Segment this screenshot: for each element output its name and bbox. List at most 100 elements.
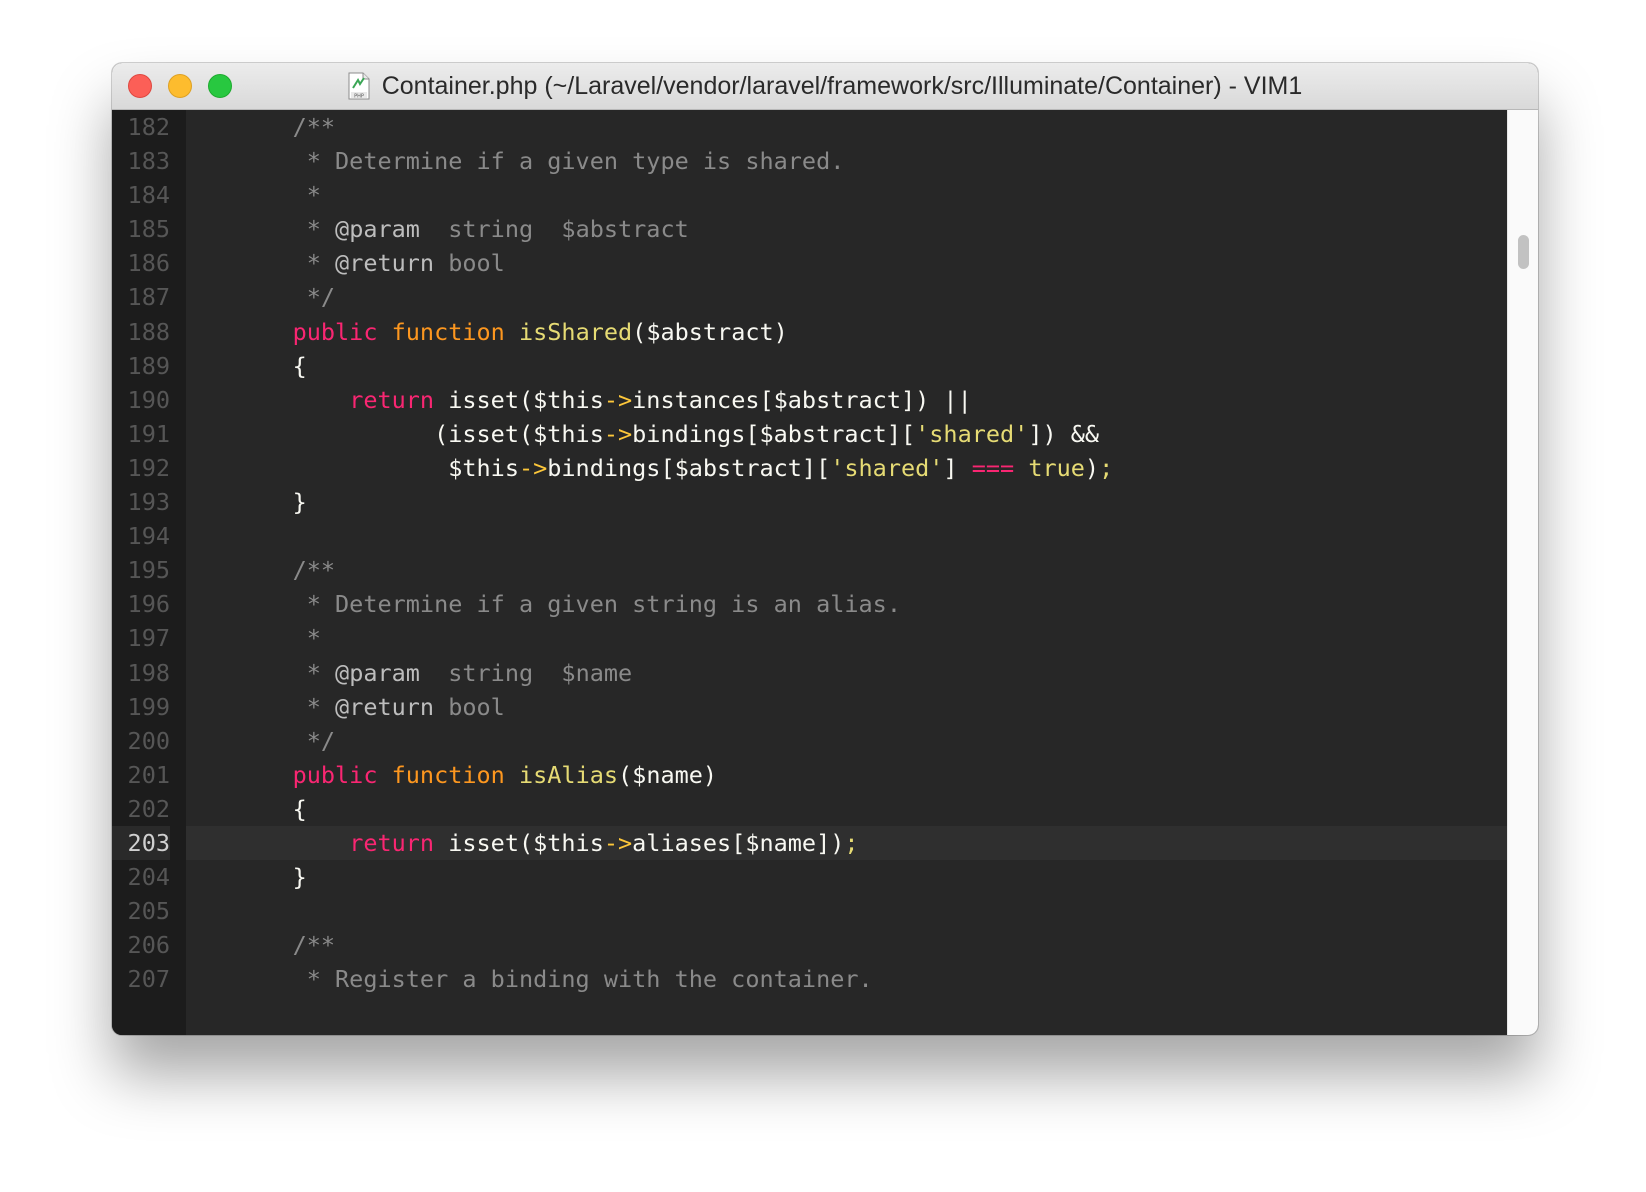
code-text: */ <box>236 280 335 314</box>
code-token: ]) && <box>1028 419 1100 448</box>
code-token: return <box>349 828 435 857</box>
code-text: return isset($this->instances[$abstract]… <box>236 383 972 417</box>
code-token: bindings[$abstract][ <box>632 419 916 448</box>
code-token: } <box>236 488 307 517</box>
code-token: public <box>292 760 378 789</box>
code-text: public function isAlias($name) <box>236 758 717 792</box>
code-line[interactable]: 198 * @param string $name <box>112 656 1507 690</box>
code-token: bool <box>434 692 505 721</box>
code-token: isShared <box>518 317 633 346</box>
code-text: * @return bool <box>236 690 505 724</box>
code-lines: 182 /** 183 * Determine if a given type i… <box>112 110 1507 996</box>
code-token: * <box>236 624 321 653</box>
code-token: * Register a binding with the container. <box>236 965 873 994</box>
code-line[interactable]: 205 <box>112 894 1507 928</box>
code-token: -> <box>518 453 548 482</box>
code-token: { <box>236 794 307 823</box>
code-token: isset($this <box>434 385 604 414</box>
code-line[interactable]: 202 { <box>112 792 1507 826</box>
code-token: return <box>349 385 435 414</box>
line-number: 206 <box>127 931 170 960</box>
code-line[interactable]: 207 * Register a binding with the contai… <box>112 962 1507 996</box>
line-number: 198 <box>127 658 170 687</box>
code-token: @param <box>335 658 420 687</box>
scrollbar-thumb[interactable] <box>1518 235 1529 269</box>
window-title-area: PHP Container.php (~/Laravel/vendor/lara… <box>112 63 1538 109</box>
code-line[interactable]: 196 * Determine if a given string is an … <box>112 587 1507 621</box>
code-line[interactable]: 184 * <box>112 178 1507 212</box>
line-number: 200 <box>127 726 170 755</box>
code-line[interactable]: 189 { <box>112 349 1507 383</box>
code-text: * <box>236 178 321 212</box>
vim-window: PHP Container.php (~/Laravel/vendor/lara… <box>112 63 1538 1035</box>
code-line[interactable]: 201 public function isAlias($name) <box>112 758 1507 792</box>
code-token: instances[$abstract]) || <box>632 385 972 414</box>
line-number: 201 <box>127 760 170 789</box>
code-text: } <box>236 485 307 519</box>
code-line[interactable]: 206 /** <box>112 928 1507 962</box>
line-number: 187 <box>127 283 170 312</box>
code-line[interactable]: 200 */ <box>112 724 1507 758</box>
code-line[interactable]: 183 * Determine if a given type is share… <box>112 144 1507 178</box>
code-token: bool <box>434 249 505 278</box>
code-text: return isset($this->aliases[$name]); <box>236 826 859 860</box>
code-text: * Register a binding with the container. <box>236 962 873 996</box>
code-line[interactable]: 188 public function isShared($abstract) <box>112 315 1507 349</box>
code-token: * Determine if a given string is an alia… <box>236 590 901 619</box>
code-line[interactable]: 182 /** <box>112 110 1507 144</box>
code-token: aliases[$name]) <box>632 828 845 857</box>
line-number: 204 <box>127 863 170 892</box>
code-token: * <box>236 658 336 687</box>
title-bar[interactable]: PHP Container.php (~/Laravel/vendor/lara… <box>112 63 1538 110</box>
code-line[interactable]: 191 (isset($this->bindings[$abstract]['s… <box>112 417 1507 451</box>
code-token: 'shared' <box>915 419 1029 448</box>
line-number: 189 <box>127 351 170 380</box>
code-token: * Determine if a given type is shared. <box>236 147 845 176</box>
line-number: 205 <box>127 897 170 926</box>
code-token: $this <box>236 453 519 482</box>
vertical-scrollbar[interactable] <box>1507 110 1538 1035</box>
current-code-line[interactable]: 203 return isset($this->aliases[$name]); <box>112 825 1507 861</box>
code-token: @return <box>335 692 435 721</box>
code-text: { <box>236 349 307 383</box>
code-line[interactable]: 193 } <box>112 485 1507 519</box>
code-token: ] <box>943 453 972 482</box>
code-line[interactable]: 199 * @return bool <box>112 690 1507 724</box>
code-text: /** <box>236 928 335 962</box>
code-token: } <box>236 863 307 892</box>
line-number: 193 <box>127 488 170 517</box>
code-line[interactable]: 197 * <box>112 621 1507 655</box>
code-token: ; <box>844 828 859 857</box>
code-line[interactable]: 194 <box>112 519 1507 553</box>
code-token: 'shared' <box>830 453 944 482</box>
code-line[interactable]: 192 $this->bindings[$abstract]['shared']… <box>112 451 1507 485</box>
code-line[interactable]: 186 * @return bool <box>112 246 1507 280</box>
code-line[interactable]: 185 * @param string $abstract <box>112 212 1507 246</box>
line-number: 194 <box>127 522 170 551</box>
code-line[interactable]: 195 /** <box>112 553 1507 587</box>
line-number: 183 <box>127 147 170 176</box>
code-line[interactable]: 190 return isset($this->instances[$abstr… <box>112 383 1507 417</box>
line-number: 182 <box>127 113 170 141</box>
code-token: ) <box>1084 453 1100 482</box>
code-editor[interactable]: 182 /** 183 * Determine if a given type i… <box>112 110 1507 1035</box>
line-number: 207 <box>127 965 170 994</box>
code-text: { <box>236 792 307 826</box>
php-file-icon: PHP <box>348 72 370 100</box>
code-text: * Determine if a given type is shared. <box>236 144 845 178</box>
code-text: public function isShared($abstract) <box>236 315 788 349</box>
code-token: /** <box>236 931 336 960</box>
code-line[interactable]: 204 } <box>112 860 1507 894</box>
line-number: 197 <box>127 624 170 653</box>
code-text: * <box>236 621 321 655</box>
code-token: /** <box>236 113 336 141</box>
code-text: /** <box>236 110 335 144</box>
line-number: 192 <box>127 453 170 482</box>
code-token: @param <box>335 215 420 244</box>
code-line[interactable]: 187 */ <box>112 280 1507 314</box>
